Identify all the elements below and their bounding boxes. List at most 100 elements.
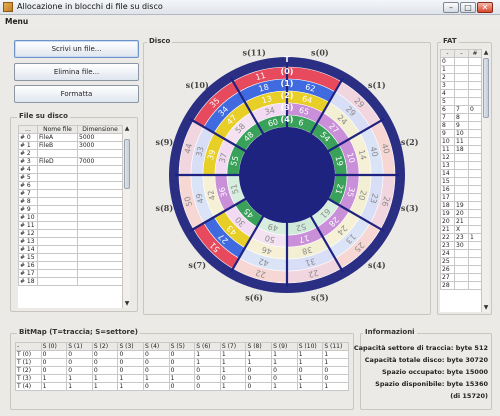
table-row[interactable]: 5 — [440, 97, 482, 106]
table-cell: 0 — [143, 350, 170, 359]
table-row[interactable]: 21 X — [440, 225, 482, 234]
menu-menu[interactable]: Menu — [5, 17, 28, 26]
table-row[interactable]: # 13 — [18, 237, 123, 246]
table-row[interactable]: # 1 FileB 3000 — [18, 141, 123, 150]
table-cell: 0 — [40, 350, 68, 359]
table-cell — [454, 81, 469, 90]
table-row[interactable]: T (1) 0 0 0 0 0 0 1 1 1 1 1 1 — [15, 358, 349, 367]
close-button[interactable]: ✕ — [477, 2, 493, 13]
table-cell: 1 — [219, 382, 247, 391]
table-cell — [37, 197, 78, 206]
table-row[interactable]: 14 — [440, 169, 482, 178]
scroll-thumb[interactable] — [124, 139, 130, 189]
table-row[interactable]: # 4 — [18, 165, 123, 174]
format-button[interactable]: Formatta — [14, 85, 139, 103]
table-row[interactable]: 17 — [440, 193, 482, 202]
table-cell: 0 — [143, 358, 170, 367]
table-row[interactable]: # 12 — [18, 229, 123, 238]
table-row[interactable]: # 5 — [18, 173, 123, 182]
table-row[interactable]: # 6 — [18, 181, 123, 190]
table-row[interactable]: # 17 — [18, 269, 123, 278]
table-row[interactable]: 22 23 1 — [440, 233, 482, 242]
table-row[interactable]: 1 — [440, 65, 482, 74]
table-row[interactable]: # 16 — [18, 261, 123, 270]
table-row[interactable]: 28 — [440, 281, 482, 290]
column-header: S (4) — [143, 342, 170, 351]
table-row[interactable]: # 11 — [18, 221, 123, 230]
table-row[interactable]: 27 — [440, 273, 482, 282]
table-row[interactable]: 9 10 — [440, 129, 482, 138]
scroll-up-icon[interactable]: ▲ — [482, 49, 489, 57]
table-row[interactable]: # 18 — [18, 277, 123, 286]
table-row[interactable]: T (2) 0 0 0 0 0 0 0 1 0 0 0 0 — [15, 366, 349, 375]
table-row[interactable]: 13 — [440, 161, 482, 170]
table-row[interactable]: # 0 FileA 5000 — [18, 133, 123, 142]
table-row[interactable]: 19 20 — [440, 209, 482, 218]
table-cell: 7000 — [77, 157, 123, 166]
table-row[interactable]: 18 19 — [440, 201, 482, 210]
fat-scrollbar[interactable]: ▲ ▼ — [481, 49, 489, 312]
table-row[interactable]: 16 — [440, 185, 482, 194]
table-row[interactable]: 3 — [440, 81, 482, 90]
table-cell — [468, 249, 482, 258]
table-row[interactable]: 24 — [440, 249, 482, 258]
table-row[interactable]: # 8 — [18, 197, 123, 206]
track-label: T — [284, 55, 290, 64]
column-header: - — [15, 342, 42, 351]
table-cell: 1 — [194, 350, 221, 359]
table-row[interactable]: # 9 — [18, 205, 123, 214]
table-row[interactable]: # 7 — [18, 189, 123, 198]
info-of-total: (di 15720) — [450, 392, 488, 400]
table-row[interactable]: 25 — [440, 257, 482, 266]
table-cell: 0 — [91, 350, 119, 359]
table-cell: 6 — [440, 105, 455, 114]
table-row[interactable]: T (4) 1 1 1 1 0 0 0 1 0 1 1 1 — [15, 382, 349, 391]
table-row[interactable]: 26 — [440, 265, 482, 274]
table-row[interactable]: 23 30 — [440, 241, 482, 250]
table-row[interactable]: 89 — [440, 121, 482, 130]
table-row[interactable]: 11 18 — [440, 145, 482, 154]
table-row[interactable]: 2 — [440, 73, 482, 82]
table-row[interactable]: 15 — [440, 177, 482, 186]
scroll-down-icon[interactable]: ▼ — [482, 304, 489, 312]
table-row[interactable]: 12 — [440, 153, 482, 162]
table-row[interactable]: T (3) 1 1 1 1 1 1 0 0 0 0 1 0 — [15, 374, 349, 383]
table-row[interactable]: # 2 — [18, 149, 123, 158]
table-row[interactable]: # 14 — [18, 245, 123, 254]
files-scrollbar[interactable]: ▲ ▼ — [122, 125, 130, 308]
table-cell: 1 — [219, 350, 247, 359]
maximize-button[interactable]: □ — [460, 2, 476, 13]
table-row[interactable]: # 15 — [18, 253, 123, 262]
table-cell: 0 — [194, 374, 221, 383]
table-cell: # 2 — [18, 149, 38, 158]
table-row[interactable]: 4 — [440, 89, 482, 98]
table-cell — [454, 177, 469, 186]
table-row[interactable]: T (0) 0 0 0 0 0 0 1 1 1 1 1 1 — [15, 350, 349, 359]
write-file-button[interactable]: Scrivi un file... — [14, 40, 139, 58]
files-table-viewport: ... Nome file Dimensione # 0 FileA 5000 # 1 Fi… — [18, 125, 130, 308]
title-bar[interactable]: Allocazione in blocchi di file su disco … — [0, 0, 500, 15]
table-cell: # 5 — [18, 173, 38, 182]
table-cell: 0 — [66, 366, 93, 375]
scroll-down-icon[interactable]: ▼ — [123, 300, 130, 308]
table-row[interactable]: 10 11 — [440, 137, 482, 146]
table-cell: 1 — [296, 350, 324, 359]
table-cell: # 13 — [18, 237, 38, 246]
info-total-capacity: Capacità totale disco: byte 30720 — [364, 356, 488, 364]
table-row[interactable]: 670 — [440, 105, 482, 114]
minimize-button[interactable]: – — [443, 2, 459, 13]
table-row[interactable]: # 3 FileD 7000 — [18, 157, 123, 166]
table-cell: 23 — [440, 241, 455, 250]
column-header: ... — [18, 125, 38, 134]
table-row[interactable]: 0 — [440, 57, 482, 66]
info-sector-capacity: Capacità settore di traccia: byte 512 — [353, 344, 488, 352]
table-row[interactable]: 20 21 — [440, 217, 482, 226]
delete-file-button[interactable]: Elimina file... — [14, 63, 139, 81]
table-cell — [468, 177, 482, 186]
table-row[interactable]: # 10 — [18, 213, 123, 222]
table-cell — [468, 153, 482, 162]
table-cell — [77, 213, 123, 222]
table-row[interactable]: 78 — [440, 113, 482, 122]
scroll-thumb[interactable] — [483, 58, 489, 118]
scroll-up-icon[interactable]: ▲ — [123, 125, 130, 133]
